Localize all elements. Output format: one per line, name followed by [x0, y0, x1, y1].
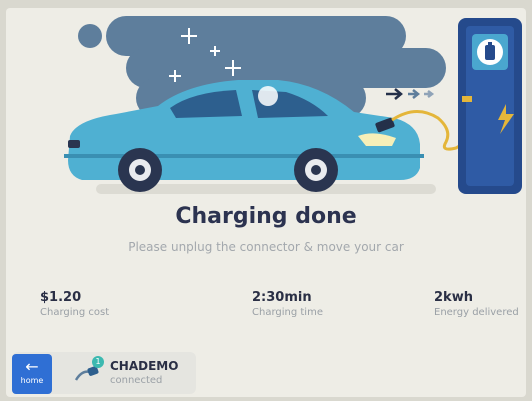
home-label: home: [20, 376, 44, 385]
electric-car: [64, 80, 424, 192]
charging-illustration: [64, 16, 522, 194]
stat-label: Charging cost: [40, 307, 110, 318]
stat-value: 2:30min: [252, 290, 312, 305]
arrow-left-icon: ←: [25, 357, 39, 376]
charge-direction-arrows-icon: [386, 88, 435, 100]
stat-value: $1.20: [40, 290, 82, 305]
connector-status: connected: [110, 375, 163, 386]
connector-count-badge: 1: [92, 356, 104, 368]
stat-value: 2kwh: [434, 290, 473, 305]
stat-label: Charging time: [252, 307, 323, 318]
charging-station: [458, 18, 522, 194]
status-title: Charging done: [175, 204, 357, 229]
stat-charging-time: 2:30min Charging time: [252, 290, 323, 318]
charging-screen: Charging done Please unplug the connecto…: [6, 8, 526, 397]
stat-energy-delivered: 2kwh Energy delivered: [434, 290, 519, 318]
battery-icon: [477, 39, 503, 65]
home-button[interactable]: ← home: [12, 354, 52, 394]
connector-name: CHADEMO: [110, 359, 179, 373]
status-subtitle: Please unplug the connector & move your …: [128, 240, 404, 254]
stat-charging-cost: $1.20 Charging cost: [40, 290, 109, 318]
stat-label: Energy delivered: [434, 307, 519, 318]
